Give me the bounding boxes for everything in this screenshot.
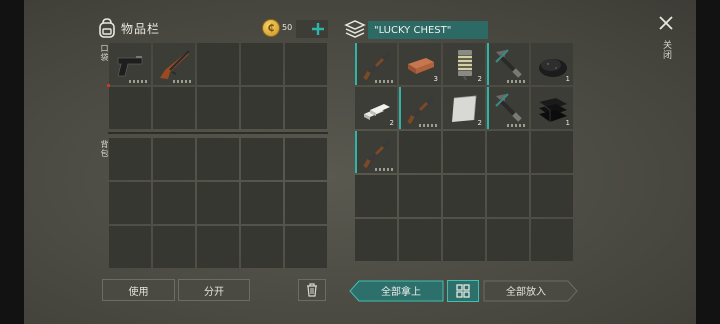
- trash-button[interactable]: [298, 279, 326, 301]
- chest-slot[interactable]: [355, 131, 397, 173]
- chest-slot[interactable]: [443, 219, 485, 261]
- pocket-slot[interactable]: [241, 87, 283, 129]
- chest-slot[interactable]: [531, 175, 573, 217]
- chest-slot[interactable]: [531, 219, 573, 261]
- backpack-slot[interactable]: [109, 138, 151, 180]
- backpack-slot[interactable]: [197, 138, 239, 180]
- put-all-label: 全部放入: [506, 285, 546, 298]
- chest-title: "LUCKY CHEST": [368, 21, 488, 39]
- chest-slot[interactable]: [399, 219, 441, 261]
- pocket-slot[interactable]: [153, 43, 195, 85]
- pump-shotgun-icon: [363, 52, 391, 80]
- inventory-divider: [108, 132, 328, 134]
- put-all-button[interactable]: 全部放入: [483, 280, 578, 302]
- item-count: 1: [565, 75, 570, 83]
- durability-dots: [507, 80, 525, 83]
- pocket-slot[interactable]: [197, 87, 239, 129]
- coin-icon: ₵: [262, 19, 280, 37]
- chest-slot[interactable]: [399, 131, 441, 173]
- chest-slot[interactable]: 2: [355, 87, 397, 129]
- grid-sort-icon: [456, 284, 470, 298]
- pistol-icon: [117, 56, 143, 77]
- backpack-icon: [99, 18, 115, 38]
- pocket-slot[interactable]: [241, 43, 283, 85]
- chest-slot[interactable]: [399, 175, 441, 217]
- backpack-slot[interactable]: [285, 182, 327, 224]
- chest-slot[interactable]: 3: [399, 43, 441, 85]
- backpack-slot[interactable]: [109, 226, 151, 268]
- use-button[interactable]: 使用: [102, 279, 175, 301]
- durability-dots: [375, 168, 393, 171]
- plus-icon: [312, 23, 324, 35]
- close-label[interactable]: 关闭: [660, 40, 673, 60]
- chest-slot[interactable]: [355, 219, 397, 261]
- pocket-slot[interactable]: [109, 87, 151, 129]
- chest-slot[interactable]: [487, 131, 529, 173]
- chest-slot[interactable]: [355, 175, 397, 217]
- crossbow-icon: [495, 49, 522, 78]
- item-count: 2: [477, 75, 482, 83]
- crossbow-icon: [495, 93, 522, 122]
- chest-slot[interactable]: [531, 131, 573, 173]
- chest-slot[interactable]: [399, 87, 441, 129]
- pocket-slot[interactable]: [197, 43, 239, 85]
- chest-slot[interactable]: [487, 43, 529, 85]
- backpack-slot[interactable]: [153, 226, 195, 268]
- durability-dots: [507, 124, 525, 127]
- split-button[interactable]: 分开: [178, 279, 250, 301]
- durability-dots: [419, 124, 437, 127]
- screen-edge-right: [696, 0, 720, 324]
- pocket-slot[interactable]: [285, 87, 327, 129]
- chest-slot[interactable]: [443, 131, 485, 173]
- chest-slot[interactable]: 1: [531, 87, 573, 129]
- backpack-slot[interactable]: [109, 182, 151, 224]
- chest-slot[interactable]: 2: [443, 43, 485, 85]
- chest-slot[interactable]: [443, 175, 485, 217]
- pocket-slot[interactable]: [107, 43, 151, 87]
- chest-slot[interactable]: [355, 43, 397, 85]
- item-count: 3: [433, 75, 438, 83]
- chest-slot[interactable]: [487, 219, 529, 261]
- game-screen: 物品栏 ₵ 50 "LUCKY CHEST" 关闭 口袋 背包 使用 分开 全部…: [0, 0, 720, 324]
- trash-icon: [307, 283, 317, 297]
- inventory-title: 物品栏: [121, 21, 161, 36]
- item-count: 2: [389, 119, 394, 127]
- pocket-slot[interactable]: [285, 43, 327, 85]
- chest-slot[interactable]: 2: [443, 87, 485, 129]
- pump-shotgun-icon: [407, 96, 435, 124]
- backpack-slot[interactable]: [241, 226, 283, 268]
- durability-dots: [375, 80, 393, 83]
- backpack-slot[interactable]: [153, 182, 195, 224]
- close-icon[interactable]: [658, 15, 674, 31]
- coin-count: 50: [282, 23, 293, 32]
- durability-dots: [173, 80, 191, 83]
- chest-slot[interactable]: 1: [531, 43, 573, 85]
- pocket-slot[interactable]: [153, 87, 195, 129]
- sort-button[interactable]: [447, 280, 479, 302]
- add-coins-button[interactable]: [296, 20, 328, 38]
- backpack-slot[interactable]: [153, 138, 195, 180]
- backpack-slot[interactable]: [241, 138, 283, 180]
- pump-shotgun-icon: [363, 140, 391, 168]
- chest-icon: [344, 20, 366, 38]
- inventory-header: 物品栏: [98, 18, 160, 38]
- chest-slot[interactable]: [487, 175, 529, 217]
- item-count: 2: [477, 119, 482, 127]
- durability-dots: [129, 80, 147, 83]
- screen-edge-left: [0, 0, 24, 324]
- chest-slot[interactable]: [487, 87, 529, 129]
- hunting-rifle-icon: [160, 50, 190, 79]
- take-all-label: 全部拿上: [381, 285, 421, 298]
- backpack-slot[interactable]: [285, 138, 327, 180]
- backpack-slot[interactable]: [285, 226, 327, 268]
- backpack-slot[interactable]: [241, 182, 283, 224]
- item-count: 1: [565, 119, 570, 127]
- backpack-slot[interactable]: [197, 182, 239, 224]
- backpack-slot[interactable]: [197, 226, 239, 268]
- take-all-button[interactable]: 全部拿上: [349, 280, 444, 302]
